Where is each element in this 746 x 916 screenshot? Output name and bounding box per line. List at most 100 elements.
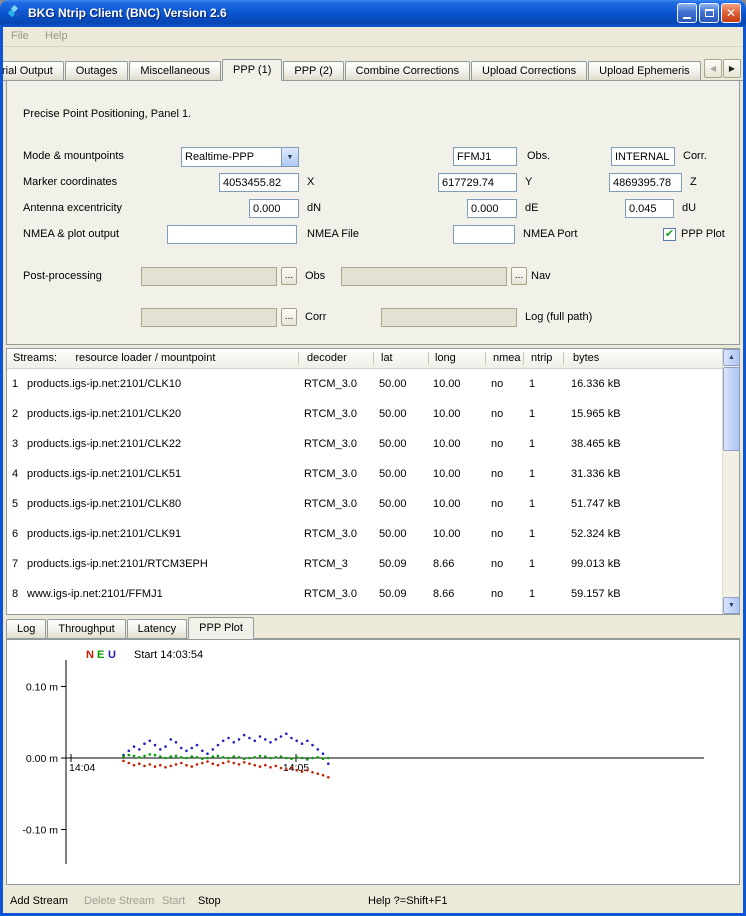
z-coordinate-input[interactable] — [609, 173, 682, 192]
cell-nmea: no — [491, 489, 503, 519]
post-corr-browse-button[interactable]: ... — [281, 308, 297, 326]
z-label: Z — [690, 173, 697, 192]
tab-scroll-right-button[interactable]: ▶ — [723, 59, 741, 78]
tab-upload-ephemeris[interactable]: Upload Ephemeris — [588, 61, 701, 80]
cell-long: 8.66 — [433, 579, 454, 609]
nmea-plot-output-label: NMEA & plot output — [23, 225, 119, 244]
nmea-file-input[interactable] — [167, 225, 297, 244]
stream-row-8[interactable]: 8www.igs-ip.net:2101/FFMJ1RTCM_3.050.098… — [7, 579, 722, 609]
cell-bytes: 99.013 kB — [571, 549, 621, 579]
cell-ntrip: 1 — [529, 579, 535, 609]
bottom-tab-log[interactable]: Log — [6, 619, 46, 638]
cell-long: 10.00 — [433, 429, 461, 459]
du-input[interactable] — [625, 199, 674, 218]
tab-upload-corrections-label: Upload Corrections — [482, 65, 576, 77]
y-label: Y — [525, 173, 532, 192]
scrollbar-thumb[interactable] — [723, 367, 740, 451]
cell-mountpoint: products.igs-ip.net:2101/CLK22 — [27, 429, 181, 459]
post-corr-input — [141, 308, 277, 327]
obs-mountpoint-input[interactable] — [453, 147, 517, 166]
stop-button[interactable]: Stop — [198, 895, 221, 907]
tab-combine-corrections[interactable]: Combine Corrections — [345, 61, 470, 80]
post-nav-browse-button[interactable]: ... — [511, 267, 527, 285]
tab-upload-corrections[interactable]: Upload Corrections — [471, 61, 587, 80]
add-stream-button[interactable]: Add Stream — [10, 895, 68, 907]
close-button[interactable]: ✕ — [721, 3, 741, 23]
ppp-plot-checkbox-label: PPP Plot — [681, 225, 725, 244]
cell-bytes: 51.747 kB — [571, 489, 621, 519]
stream-row-5[interactable]: 5products.igs-ip.net:2101/CLK80RTCM_3.05… — [7, 489, 722, 519]
maximize-icon — [705, 9, 714, 17]
header-lat: lat — [381, 349, 393, 368]
delete-stream-button: Delete Stream — [84, 895, 154, 907]
mode-combo[interactable]: Realtime-PPP ▼ — [181, 147, 299, 167]
svg-text:E: E — [97, 649, 104, 661]
app-icon — [7, 5, 23, 21]
stream-row-4[interactable]: 4products.igs-ip.net:2101/CLK51RTCM_3.05… — [7, 459, 722, 489]
scroll-up-button[interactable]: ▲ — [723, 349, 740, 366]
svg-text:0.00 m: 0.00 m — [26, 753, 58, 765]
cell-decoder: RTCM_3.0 — [304, 399, 357, 429]
nmea-port-input[interactable] — [453, 225, 515, 244]
bottom-tab-latency[interactable]: Latency — [127, 619, 188, 638]
minimize-button[interactable] — [677, 3, 697, 23]
bottom-tab-throughput[interactable]: Throughput — [47, 619, 125, 638]
cell-long: 10.00 — [433, 459, 461, 489]
post-nav-label: Nav — [531, 267, 551, 286]
stream-row-6[interactable]: 6products.igs-ip.net:2101/CLK91RTCM_3.05… — [7, 519, 722, 549]
cell-lat: 50.09 — [379, 579, 407, 609]
help-text: Help ?=Shift+F1 — [368, 895, 448, 907]
post-log-label: Log (full path) — [525, 308, 592, 327]
minimize-icon — [683, 17, 691, 19]
dn-label: dN — [307, 199, 321, 218]
streams-scrollbar[interactable]: ▲ ▼ — [722, 349, 739, 614]
mode-combo-value: Realtime-PPP — [182, 148, 281, 166]
tab-miscellaneous[interactable]: Miscellaneous — [129, 61, 221, 80]
tab-ppp-2[interactable]: PPP (2) — [283, 61, 343, 80]
stream-row-1[interactable]: 1products.igs-ip.net:2101/CLK10RTCM_3.05… — [7, 369, 722, 399]
bottom-tab-throughput-label: Throughput — [58, 623, 114, 635]
header-mountpoint: Streams: resource loader / mountpoint — [13, 349, 215, 368]
header-bytes: bytes — [573, 349, 599, 368]
stream-row-3[interactable]: 3products.igs-ip.net:2101/CLK22RTCM_3.05… — [7, 429, 722, 459]
tab-serial-output-label: rial Output — [2, 65, 53, 77]
de-input[interactable] — [467, 199, 517, 218]
cell-long: 10.00 — [433, 489, 461, 519]
cell-bytes: 16.336 kB — [571, 369, 621, 399]
menu-help[interactable]: Help — [45, 30, 68, 42]
scroll-down-button[interactable]: ▼ — [723, 597, 740, 614]
ppp-plot-chart: 0.10 m0.00 m-0.10 m14:0414:05NEUStart 14… — [7, 640, 739, 884]
post-obs-browse-button[interactable]: ... — [281, 267, 297, 285]
stream-row-2[interactable]: 2products.igs-ip.net:2101/CLK20RTCM_3.05… — [7, 399, 722, 429]
header-decoder: decoder — [307, 349, 347, 368]
y-coordinate-input[interactable] — [438, 173, 517, 192]
titlebar[interactable]: BKG Ntrip Client (BNC) Version 2.6 ✕ — [0, 0, 746, 27]
corr-label: Corr. — [683, 147, 707, 166]
dn-input[interactable] — [249, 199, 299, 218]
cell-mountpoint: www.igs-ip.net:2101/FFMJ1 — [27, 579, 163, 609]
chevron-down-icon[interactable]: ▼ — [281, 148, 298, 166]
cell-mountpoint: products.igs-ip.net:2101/RTCM3EPH — [27, 549, 208, 579]
cell-ntrip: 1 — [529, 369, 535, 399]
maximize-button[interactable] — [699, 3, 719, 23]
bottom-tab-bar: Log Throughput LatencyPPP Plot — [6, 618, 740, 639]
stream-row-7[interactable]: 7products.igs-ip.net:2101/RTCM3EPHRTCM_3… — [7, 549, 722, 579]
cell-bytes: 59.157 kB — [571, 579, 621, 609]
x-coordinate-input[interactable] — [219, 173, 299, 192]
cell-row-number: 4 — [7, 459, 23, 489]
main-tab-bar: rial Output Outages Miscellaneous PPP (1)PP… — [3, 58, 743, 81]
bottom-tab-ppp-plot[interactable]: PPP Plot — [188, 617, 254, 639]
corr-mountpoint-input[interactable] — [611, 147, 675, 166]
tab-serial-output[interactable]: rial Output — [0, 61, 64, 80]
cell-mountpoint: products.igs-ip.net:2101/CLK80 — [27, 489, 181, 519]
cell-bytes: 52.324 kB — [571, 519, 621, 549]
tab-ppp-1[interactable]: PPP (1) — [222, 59, 282, 81]
tab-outages[interactable]: Outages — [65, 61, 129, 80]
up-arrow-icon: ▲ — [728, 354, 735, 361]
streams-table: Streams: resource loader / mountpoint de… — [6, 348, 740, 615]
menu-file[interactable]: File — [11, 30, 29, 42]
ppp-plot-checkbox[interactable]: ✔ — [663, 228, 676, 241]
tab-miscellaneous-label: Miscellaneous — [140, 65, 210, 77]
svg-text:N: N — [86, 649, 94, 661]
streams-table-body: 1products.igs-ip.net:2101/CLK10RTCM_3.05… — [7, 369, 722, 614]
